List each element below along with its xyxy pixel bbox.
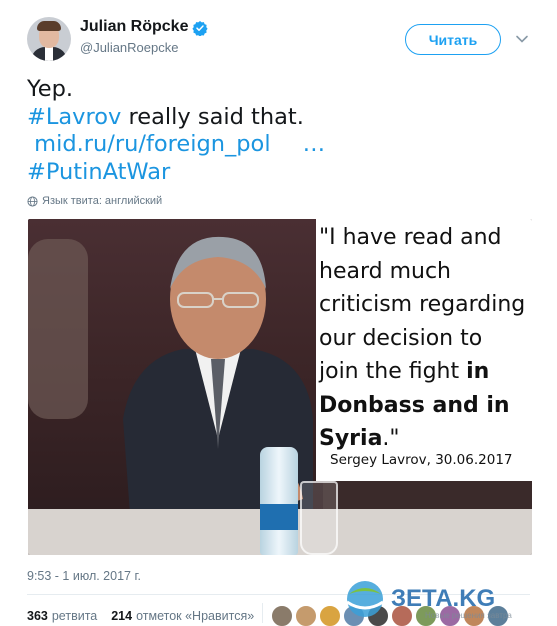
liker-avatar[interactable] [295, 605, 317, 626]
photo-glass [300, 481, 338, 555]
url-ellipsis[interactable]: … [303, 131, 326, 157]
follow-button[interactable]: Читать [405, 24, 501, 55]
tweet-header: Julian Röpcke @JulianRoepcke Читать [0, 0, 557, 72]
tweet-language-note: Язык твита: английский [27, 195, 162, 207]
tweet-line: Yep. [27, 76, 537, 104]
watermark-tagline: Новые решения завтра [425, 611, 512, 620]
hashtag-link[interactable]: #PutinAtWar [27, 159, 170, 185]
tweet-line: #Lavrov really said that. [27, 104, 537, 132]
liker-avatar[interactable] [271, 605, 293, 626]
retweet-label[interactable]: ретвита [52, 609, 97, 623]
stats-separator [262, 603, 263, 623]
tweet-text: Yep. #Lavrov really said that. mid.ru/ru… [27, 76, 537, 186]
quote-part: ." [382, 426, 400, 451]
photo-bottle-label [260, 504, 298, 530]
watermark-brand: ЗЕТА.KG [391, 585, 495, 612]
tweet-stats: 363 ретвита 214 отметок «Нравится» [27, 609, 254, 623]
retweet-count[interactable]: 363 [27, 609, 48, 623]
quote-part: "I have read and heard much criticism re… [319, 225, 526, 384]
tweet-text-segment: really said that. [121, 103, 304, 130]
author-handle[interactable]: @JulianRoepcke [80, 40, 178, 55]
chevron-down-icon[interactable] [515, 32, 529, 46]
like-label[interactable]: отметок «Нравится» [136, 609, 254, 623]
tweet-text-segment: Yep. [27, 76, 74, 102]
verified-badge-icon [192, 21, 208, 36]
tweet-line: mid.ru/ru/foreign_pol … [27, 131, 537, 159]
quote-attribution: Sergey Lavrov, 30.06.2017 [330, 452, 513, 468]
author-name[interactable]: Julian Röpcke [80, 18, 188, 36]
watermark-logo: ЗЕТА.KG Новые решения завтра [346, 581, 512, 620]
tweet-timestamp[interactable]: 9:53 - 1 июл. 2017 г. [27, 569, 141, 583]
like-count[interactable]: 214 [111, 609, 132, 623]
avatar-shirt [45, 47, 53, 61]
photo-water-bottle [260, 447, 298, 555]
quote-text: "I have read and heard much criticism re… [319, 221, 534, 456]
globe-icon [27, 195, 38, 207]
hashtag-link[interactable]: #Lavrov [27, 104, 121, 130]
tweet-line: #PutinAtWar [27, 159, 537, 187]
language-label: Язык твита: английский [42, 195, 163, 207]
avatar-hair [37, 21, 61, 31]
photo-background-person [28, 239, 88, 419]
url-link[interactable]: mid.ru/ru/foreign_pol [34, 131, 270, 157]
avatar[interactable] [27, 17, 71, 61]
